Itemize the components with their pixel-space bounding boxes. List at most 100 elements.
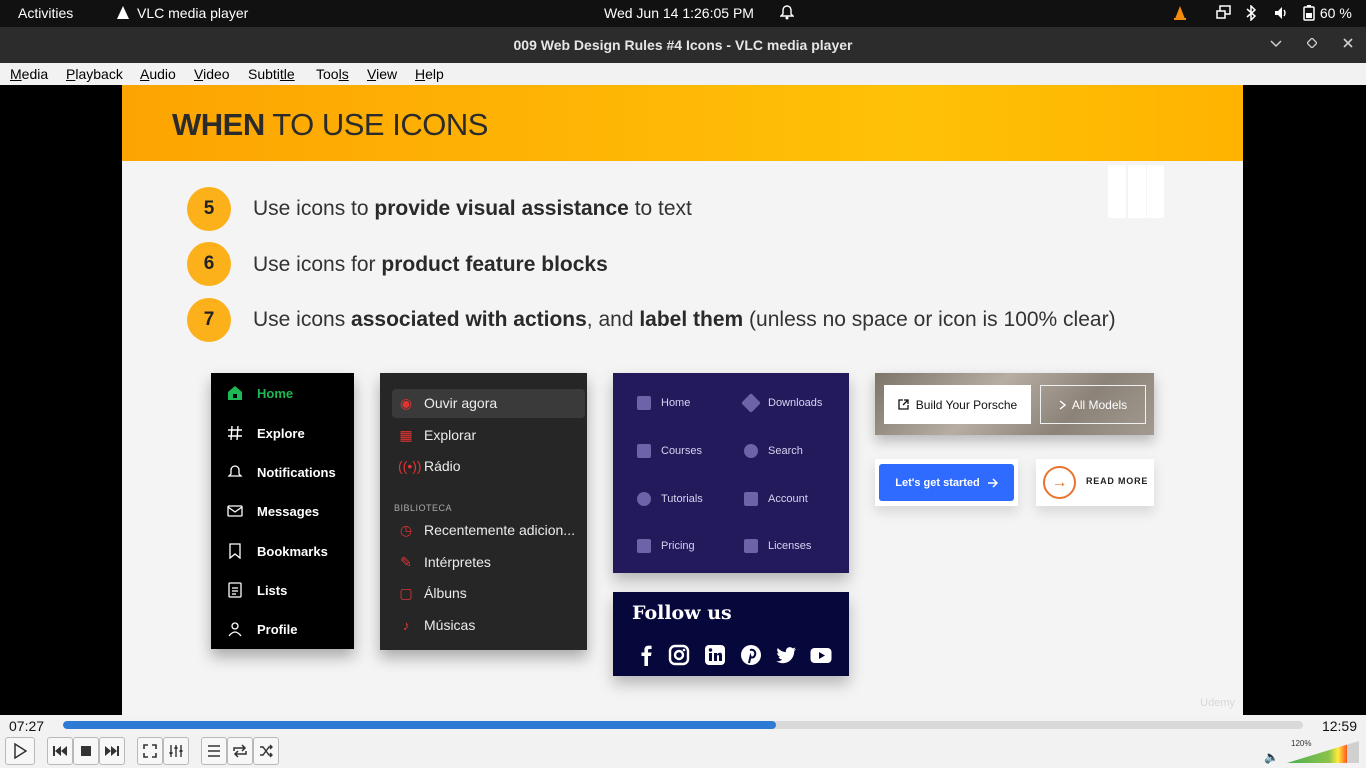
bluetooth-icon[interactable] — [1245, 4, 1257, 24]
pricing-icon — [637, 539, 651, 553]
shuffle-icon — [260, 744, 273, 758]
list-item: Bookmarks — [227, 541, 328, 561]
clock-icon: ◷ — [399, 522, 413, 538]
battery-indicator[interactable]: 60 % — [1302, 5, 1352, 21]
battery-percent: 60 % — [1319, 5, 1352, 21]
list-item: ◷ Recentemente adicion... — [399, 522, 575, 538]
rule-number: 7 — [187, 298, 231, 342]
tutorials-icon — [637, 492, 651, 506]
rule-text: Use icons for product feature blocks — [253, 253, 608, 276]
menu-subtitle[interactable]: Subtitle — [248, 66, 295, 82]
list-item: Account — [744, 492, 808, 506]
slide-header: WHEN TO USE ICONS — [122, 85, 1243, 161]
volume-icon[interactable] — [1273, 5, 1289, 24]
activities-button[interactable]: Activities — [18, 5, 73, 21]
rule-text: Use icons to provide visual assistance t… — [253, 197, 692, 220]
list-item: ((•)) Rádio — [398, 458, 461, 474]
extended-settings-button[interactable] — [163, 737, 189, 765]
menu-video[interactable]: Video — [194, 66, 230, 82]
build-porsche-button: Build Your Porsche — [884, 385, 1031, 424]
list-item: ▦ Explorar — [399, 427, 477, 443]
list-item: ♪ Músicas — [398, 614, 476, 636]
gift-icon — [744, 539, 758, 553]
window-title-bar[interactable]: 009 Web Design Rules #4 Icons - VLC medi… — [0, 27, 1366, 63]
instagram-icon — [668, 644, 690, 666]
list-item: Notifications — [227, 462, 336, 482]
slide-frame: WHEN TO USE ICONS 5 Use icons to provide… — [122, 85, 1243, 715]
loop-button[interactable] — [227, 737, 253, 765]
chevron-down-icon — [1270, 40, 1282, 48]
stop-button[interactable] — [73, 737, 99, 765]
facebook-icon — [641, 645, 652, 666]
next-button[interactable] — [99, 737, 125, 765]
list-item: Downloads — [741, 393, 822, 413]
read-more-label: READ MORE — [1086, 476, 1149, 486]
system-top-bar: Activities VLC media player Wed Jun 14 1… — [0, 0, 1366, 27]
video-area[interactable]: WHEN TO USE ICONS 5 Use icons to provide… — [0, 85, 1366, 715]
cta-example: Let's get started — [875, 459, 1018, 506]
user-icon — [228, 622, 242, 637]
menu-playback[interactable]: Playback — [66, 66, 123, 82]
rule-number: 5 — [187, 187, 231, 231]
menu-view[interactable]: View — [367, 66, 397, 82]
speaker-icon[interactable]: 🔈 — [1264, 750, 1279, 764]
rule-number: 6 — [187, 242, 231, 286]
menu-media[interactable]: Media — [10, 66, 48, 82]
seek-progress — [63, 721, 776, 729]
placeholder-box — [1128, 165, 1146, 218]
list-item: Home — [637, 396, 690, 410]
volume-slider[interactable]: 120% — [1287, 739, 1359, 763]
close-icon — [1343, 38, 1353, 48]
search-icon — [744, 444, 758, 458]
slide-heading: WHEN TO USE ICONS — [172, 107, 488, 142]
udemy-watermark: Udemy — [1200, 697, 1235, 709]
network-icon[interactable] — [1216, 5, 1232, 24]
list-item: ✎ Intérpretes — [398, 551, 491, 573]
vlc-cone-icon — [117, 6, 129, 19]
shuffle-button[interactable] — [253, 737, 279, 765]
list-item: Search — [744, 444, 803, 458]
list-item: Lists — [227, 580, 287, 600]
equalizer-icon — [169, 745, 183, 757]
elapsed-time: 07:27 — [9, 718, 45, 734]
music-note-icon: ♪ — [402, 617, 410, 633]
menu-bar: Media Playback Audio Video Subtitle Tool… — [0, 63, 1366, 85]
previous-button[interactable] — [47, 737, 73, 765]
fullscreen-icon — [143, 744, 157, 758]
clock[interactable]: Wed Jun 14 1:26:05 PM — [604, 5, 754, 21]
skip-back-icon — [53, 746, 67, 756]
app-menu[interactable]: VLC media player — [117, 5, 248, 21]
youtube-icon — [810, 648, 832, 663]
bell-icon — [227, 465, 243, 477]
playlist-button[interactable] — [201, 737, 227, 765]
menu-audio[interactable]: Audio — [140, 66, 176, 82]
list-item: Explore — [227, 423, 305, 443]
menu-tools[interactable]: Tools — [316, 66, 349, 82]
follow-title: Follow us — [632, 602, 732, 624]
seek-bar[interactable] — [63, 721, 1303, 729]
menu-help[interactable]: Help — [415, 66, 444, 82]
list-item: ▢ Álbuns — [399, 585, 467, 601]
porsche-buttons-example: Build Your Porsche All Models — [875, 373, 1154, 435]
radio-icon: ((•)) — [398, 458, 422, 474]
get-started-button: Let's get started — [879, 464, 1014, 501]
diamond-icon — [1306, 37, 1318, 49]
skip-forward-icon — [105, 746, 119, 756]
maximize-button[interactable] — [1302, 35, 1322, 51]
arrow-right-icon: → — [1043, 466, 1076, 499]
list-icon — [228, 582, 242, 598]
pinterest-icon — [741, 645, 761, 665]
list-item: Licenses — [744, 539, 811, 553]
window-title: 009 Web Design Rules #4 Icons - VLC medi… — [513, 37, 853, 53]
chevron-right-icon — [1059, 399, 1066, 410]
battery-icon — [1303, 5, 1315, 21]
close-button[interactable] — [1338, 35, 1358, 51]
section-label: BIBLIOTECA — [394, 503, 453, 513]
play-button[interactable] — [5, 737, 35, 765]
music-nav-example: ◉ Ouvir agora ▦ Explorar ((•)) Rádio BIBLIO… — [380, 373, 587, 650]
minimize-button[interactable] — [1266, 35, 1286, 51]
list-item: Profile — [227, 619, 297, 639]
fullscreen-button[interactable] — [137, 737, 163, 765]
vlc-tray-icon[interactable] — [1172, 5, 1188, 24]
placeholder-box — [1108, 165, 1126, 218]
